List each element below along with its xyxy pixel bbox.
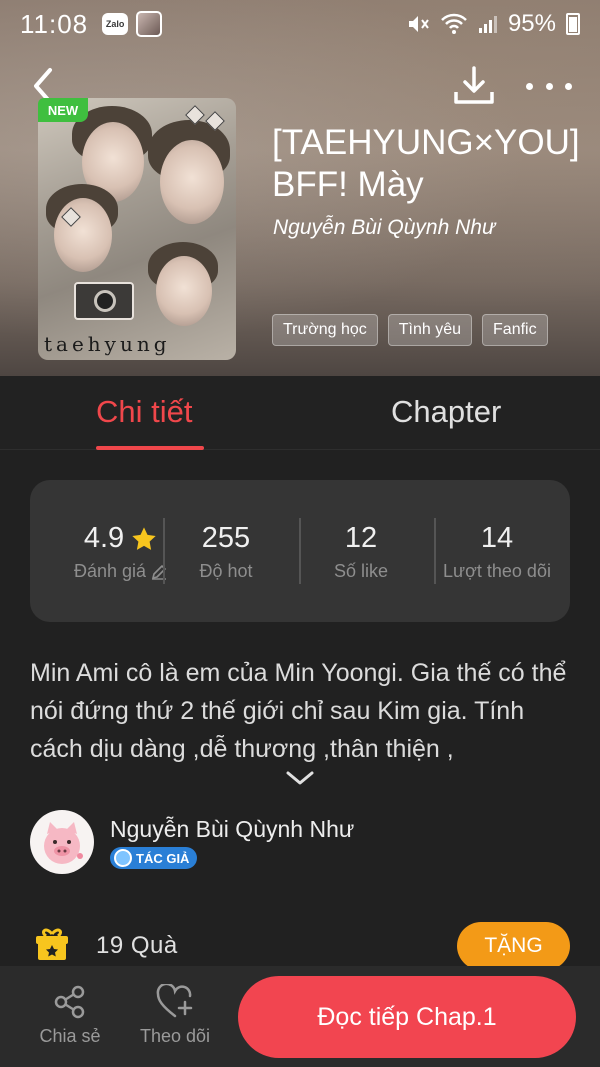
- tab-chapter[interactable]: Chapter: [391, 394, 501, 430]
- tag-list: Trường học Tình yêu Fanfic: [272, 314, 548, 346]
- author-avatar[interactable]: [30, 810, 94, 874]
- stat-likes: 12 Số like: [294, 522, 428, 582]
- hot-value: 255: [201, 522, 251, 554]
- share-button[interactable]: Chia sẻ: [30, 984, 110, 1047]
- followers-value: 14: [480, 522, 514, 554]
- cover-illustration: [160, 140, 224, 224]
- rating-value: 4.9: [83, 522, 125, 554]
- follow-label: Theo dõi: [139, 1026, 211, 1046]
- star-icon: [132, 526, 156, 550]
- stat-followers: 14 Lượt theo dõi: [430, 522, 564, 582]
- book-description: Min Ami cô là em của Min Yoongi. Gia thế…: [30, 659, 567, 763]
- followers-label: Lượt theo dõi: [443, 561, 551, 581]
- new-badge: NEW: [38, 98, 88, 122]
- signal-icon: [478, 16, 497, 33]
- share-icon: [54, 985, 85, 1019]
- chevron-down-icon: [286, 771, 314, 785]
- book-title: [TAEHYUNG×YOU] BFF! Mày: [272, 123, 580, 204]
- author-name[interactable]: Nguyễn Bùi Qùynh Như: [110, 816, 354, 843]
- more-dot: [565, 82, 572, 90]
- author-role-label: TÁC GIẢ: [136, 850, 190, 866]
- notification-avatar-icon: [136, 11, 163, 37]
- zalo-icon: Zalo: [102, 13, 129, 35]
- active-tab-indicator: [96, 446, 204, 450]
- status-indicators: 95%: [406, 10, 580, 38]
- more-dot: [545, 82, 553, 90]
- battery-percent: 95%: [507, 10, 556, 37]
- author-role-badge: TÁC GIẢ: [110, 847, 198, 869]
- book-author[interactable]: Nguyễn Bùi Qùynh Như: [273, 216, 495, 240]
- cover-text: taehyung: [44, 332, 171, 356]
- camera-decoration-icon: [74, 282, 134, 320]
- gift-icon: [36, 928, 68, 962]
- status-bar: 11:08 Zalo 95%: [0, 0, 600, 48]
- stat-hot: 255 Độ hot: [159, 522, 293, 582]
- rating-label: Đánh giá: [73, 561, 147, 581]
- download-icon: [454, 66, 494, 104]
- tab-bar: Chi tiết Chapter: [0, 376, 600, 450]
- give-gift-button[interactable]: TẶNG: [457, 922, 570, 970]
- wifi-icon: [441, 13, 467, 34]
- pig-avatar-icon: [44, 822, 83, 864]
- book-cover[interactable]: taehyung: [38, 98, 236, 360]
- likes-value: 12: [344, 522, 378, 554]
- share-label: Chia sẻ: [39, 1026, 101, 1046]
- heart-plus-icon: [156, 984, 193, 1018]
- continue-reading-button[interactable]: Đọc tiếp Chap.1: [238, 976, 576, 1058]
- more-dot: [526, 82, 533, 90]
- tag-love[interactable]: Tình yêu: [387, 314, 473, 346]
- tag-fanfic[interactable]: Fanfic: [482, 314, 548, 346]
- cover-illustration: [156, 256, 212, 326]
- download-button[interactable]: [452, 66, 496, 106]
- cover-illustration: [54, 198, 112, 272]
- status-time: 11:08: [20, 8, 89, 39]
- expand-description-button[interactable]: [284, 768, 316, 788]
- more-options-button[interactable]: [526, 72, 572, 100]
- battery-icon: [566, 13, 580, 35]
- gift-count: 19 Quà: [96, 932, 178, 959]
- follow-button[interactable]: Theo dõi: [135, 984, 215, 1047]
- mute-icon: [408, 16, 429, 32]
- hot-label: Độ hot: [199, 561, 253, 581]
- likes-label: Số like: [333, 561, 389, 581]
- diamond-icon: [114, 849, 132, 867]
- tab-details[interactable]: Chi tiết: [96, 394, 192, 430]
- stats-card: 4.9 Đánh giá 255 Độ hot 12 Số like 14 Lư…: [30, 480, 570, 622]
- book-header: 11:08 Zalo 95% taehyung NEW [TAEHYUNG×YO…: [0, 0, 600, 376]
- bottom-action-bar: Chia sẻ Theo dõi Đọc tiếp Chap.1: [0, 966, 600, 1067]
- tag-school[interactable]: Trường học: [272, 314, 378, 346]
